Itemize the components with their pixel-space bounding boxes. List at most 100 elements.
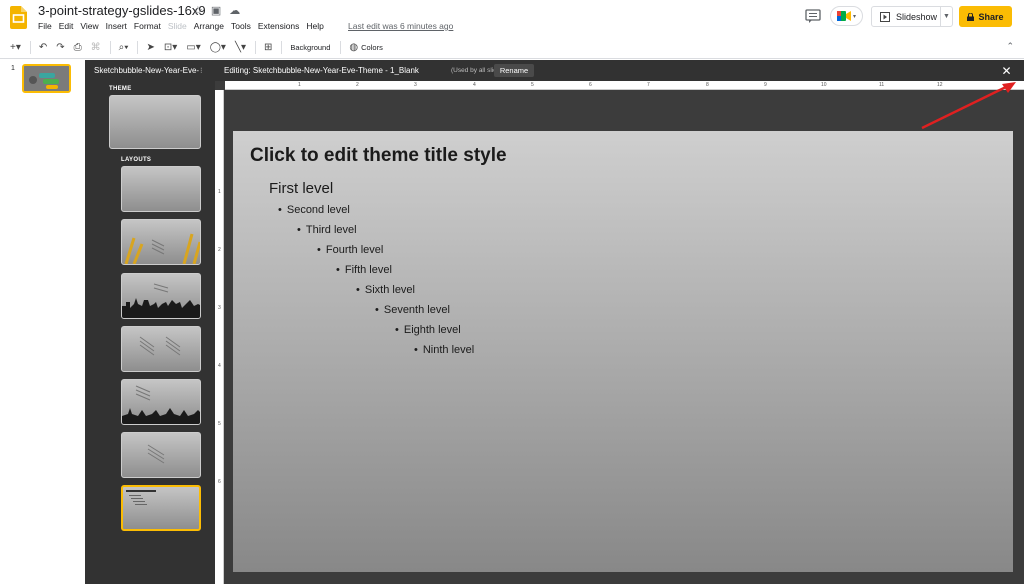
editing-title: Editing: Sketchbubble-New-Year-Eve-Theme…	[224, 66, 419, 75]
redo-icon[interactable]: ↷	[56, 42, 64, 53]
body-level-8[interactable]: • Eighth level	[395, 324, 461, 336]
add-comment-icon[interactable]: ⊞	[264, 42, 272, 53]
bullet-icon: •	[395, 324, 399, 336]
text-box-icon[interactable]: ⊡▾	[164, 42, 177, 53]
menu-arrange[interactable]: Arrange	[194, 21, 224, 31]
toolbar-divider	[29, 41, 31, 54]
menu-view[interactable]: View	[80, 21, 98, 31]
layout-thumbnail-2[interactable]	[121, 219, 201, 265]
slide-number: 1	[11, 65, 15, 72]
body-level-4[interactable]: • Fourth level	[317, 244, 383, 256]
body-level-6[interactable]: • Sixth level	[356, 284, 415, 296]
vertical-ruler[interactable]: 1 2 3 4 5 6	[215, 90, 224, 584]
undo-icon[interactable]: ↶	[39, 42, 47, 53]
ruler-mark: 5	[218, 421, 221, 427]
theme-title-placeholder[interactable]: Click to edit theme title style	[250, 145, 507, 167]
slideshow-label: Slideshow	[896, 11, 938, 22]
chevron-down-icon: ▾	[852, 13, 856, 20]
menu-tools[interactable]: Tools	[231, 21, 251, 31]
toolbar-divider	[254, 41, 256, 54]
level-text: Sixth level	[364, 284, 415, 296]
menu-extensions[interactable]: Extensions	[258, 21, 300, 31]
theme-master-thumbnail[interactable]	[109, 95, 201, 149]
menu-edit[interactable]: Edit	[59, 21, 74, 31]
body-level-1[interactable]: First level	[269, 180, 333, 197]
body-level-9[interactable]: • Ninth level	[414, 344, 474, 356]
menu-file[interactable]: File	[38, 21, 52, 31]
last-edit-link[interactable]: Last edit was 6 minutes ago	[348, 21, 453, 31]
layout-art	[139, 336, 181, 356]
select-cursor-icon[interactable]: ➤	[146, 42, 154, 53]
layout-thumbnail-6[interactable]	[121, 432, 201, 478]
level-text: Second level	[286, 204, 350, 216]
layout-thumbnail-1[interactable]	[121, 166, 201, 212]
cloud-status-icon[interactable]: ☁	[229, 4, 240, 17]
ruler-mark: 9	[764, 82, 767, 88]
layout-thumbnail-4[interactable]	[121, 326, 201, 372]
background-button[interactable]: Background	[290, 43, 330, 52]
line-icon[interactable]: ╲▾	[235, 42, 246, 53]
menu-bar: File Edit View Insert Format Slide Arran…	[38, 21, 331, 31]
more-options-icon[interactable]: ⁝	[200, 66, 203, 75]
new-slide-icon[interactable]: +▾	[10, 42, 21, 53]
level-text: Third level	[305, 224, 357, 236]
layout-thumbnail-5[interactable]	[121, 379, 201, 425]
menu-help[interactable]: Help	[306, 21, 323, 31]
collapse-toolbar-chevron-up-icon[interactable]: ⌃	[1006, 41, 1014, 52]
body-level-3[interactable]: • Third level	[297, 224, 357, 236]
rename-button[interactable]: Rename	[494, 64, 534, 77]
ruler-mark: 7	[647, 82, 650, 88]
play-icon	[880, 11, 890, 22]
ruler-mark: 2	[218, 247, 221, 253]
image-icon[interactable]: ▭▾	[186, 42, 200, 53]
bullet-icon: •	[317, 244, 321, 256]
print-icon[interactable]: ⎙	[74, 42, 82, 53]
share-button[interactable]: Share	[959, 6, 1012, 27]
ruler-mark: 11	[879, 82, 885, 88]
horizontal-ruler[interactable]: 1 2 3 4 5 6 7 8 9 10 11 12	[225, 81, 1024, 90]
ruler-mark: 10	[821, 82, 827, 88]
slide-thumbnail[interactable]	[22, 64, 71, 93]
menu-insert[interactable]: Insert	[106, 21, 127, 31]
share-label: Share	[978, 11, 1004, 22]
body-level-7[interactable]: • Seventh level	[375, 304, 450, 316]
bullet-icon: •	[356, 284, 360, 296]
close-icon[interactable]: ✕	[999, 63, 1014, 78]
level-text: First level	[269, 180, 334, 197]
ruler-mark: 1	[218, 189, 221, 195]
body-level-2[interactable]: • Second level	[278, 204, 350, 216]
lock-icon	[967, 12, 975, 21]
paint-format-icon[interactable]: ⌘	[91, 42, 101, 53]
ruler-mark: 4	[218, 363, 221, 369]
menu-format[interactable]: Format	[134, 21, 161, 31]
document-title[interactable]: 3-point-strategy-gslides-16x9	[38, 3, 206, 18]
comment-history-icon[interactable]	[805, 9, 821, 23]
meet-button[interactable]: ▾	[830, 6, 863, 26]
bullet-icon: •	[414, 344, 418, 356]
slides-logo-icon[interactable]	[10, 6, 27, 29]
theme-editor-header: Editing: Sketchbubble-New-Year-Eve-Theme…	[215, 60, 1024, 81]
layout-thumbnail-3[interactable]	[121, 273, 201, 319]
level-text: Fifth level	[344, 264, 392, 276]
slideshow-options-chevron-icon[interactable]: ▼	[941, 13, 952, 20]
theme-editor: Editing: Sketchbubble-New-Year-Eve-Theme…	[215, 60, 1024, 584]
slideshow-button[interactable]: Slideshow	[872, 7, 941, 26]
shape-icon[interactable]: ◯▾	[210, 42, 226, 53]
palette-icon[interactable]: ◍	[349, 42, 358, 53]
ruler-mark: 6	[589, 82, 592, 88]
ruler-mark: 3	[218, 305, 221, 311]
toolbar-divider	[340, 41, 342, 54]
body-level-5[interactable]: • Fifth level	[336, 264, 392, 276]
toolbar-divider	[109, 41, 111, 54]
zoom-icon[interactable]: ⌕▾	[119, 42, 129, 53]
slideshow-button-group: Slideshow ▼	[871, 6, 953, 27]
level-text: Fourth level	[325, 244, 384, 256]
ruler-mark: 5	[531, 82, 534, 88]
colors-button[interactable]: Colors	[361, 43, 383, 52]
star-icon[interactable]: ☆	[193, 4, 203, 17]
slide-canvas[interactable]: Click to edit theme title style First le…	[233, 131, 1013, 572]
ruler-mark: 8	[706, 82, 709, 88]
theme-name[interactable]: Sketchbubble-New-Year-Eve-	[94, 66, 206, 75]
move-folder-icon[interactable]: ▣	[211, 4, 221, 17]
layout-thumbnail-7-selected[interactable]	[121, 485, 201, 531]
